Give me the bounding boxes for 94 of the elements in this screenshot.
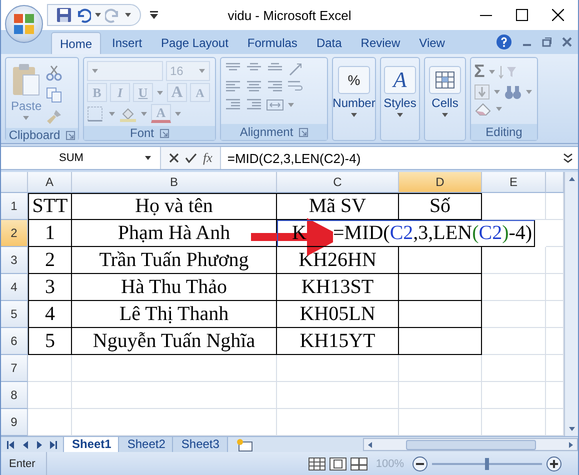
column-header[interactable]: [546, 172, 564, 193]
group-label: Clipboard: [8, 128, 60, 142]
group-label: Font: [130, 126, 154, 140]
dialog-launcher-icon[interactable]: [299, 128, 308, 136]
row-header[interactable]: 7: [1, 355, 28, 382]
previous-sheet-icon[interactable]: [21, 440, 29, 450]
table-cell[interactable]: [399, 328, 482, 355]
save-icon[interactable]: [56, 7, 72, 23]
normal-view-icon[interactable]: [308, 456, 326, 470]
table-cell[interactable]: 3: [28, 274, 72, 301]
row-header[interactable]: 8: [1, 382, 28, 409]
scroll-down-icon[interactable]: [568, 426, 576, 432]
table-cell[interactable]: Họ và tên: [72, 193, 277, 220]
table-cell[interactable]: KH13ST: [277, 274, 399, 301]
page-break-view-icon[interactable]: [350, 456, 368, 470]
expand-icon[interactable]: [562, 152, 574, 164]
insert-function-button[interactable]: fx: [203, 150, 212, 166]
ribbon-tab[interactable]: Data: [308, 32, 350, 54]
table-cell[interactable]: 4: [28, 301, 72, 328]
office-logo-icon: [13, 13, 35, 35]
select-all-corner[interactable]: [1, 172, 28, 193]
dialog-launcher-icon[interactable]: [66, 130, 76, 140]
table-cell[interactable]: 1: [28, 220, 72, 247]
ribbon-tab[interactable]: View: [411, 32, 453, 54]
row-header[interactable]: 6: [1, 328, 28, 355]
vertical-scrollbar[interactable]: [564, 172, 578, 436]
scroll-left-icon[interactable]: [367, 440, 373, 448]
next-sheet-icon[interactable]: [35, 440, 43, 450]
first-sheet-icon[interactable]: [7, 440, 15, 450]
table-cell[interactable]: KH26HN: [277, 247, 399, 274]
row-header[interactable]: 2: [1, 220, 28, 247]
clipboard-icon: [11, 63, 42, 97]
table-cell[interactable]: 5: [28, 328, 72, 355]
table-cell[interactable]: Lê Thị Thanh: [72, 301, 277, 328]
close-icon[interactable]: [552, 9, 564, 21]
window-title: vidu - Microsoft Excel: [226, 8, 352, 22]
dialog-launcher-icon[interactable]: [160, 128, 169, 138]
scroll-up-icon[interactable]: [568, 176, 576, 182]
restore-icon[interactable]: [542, 37, 552, 47]
maximize-icon[interactable]: [516, 9, 528, 21]
zoom-in-icon[interactable]: [546, 456, 562, 472]
ribbon-tab[interactable]: Formulas: [239, 32, 306, 54]
caret-icon[interactable]: [94, 12, 102, 18]
group-label: Editing: [486, 125, 522, 139]
table-cell[interactable]: [399, 247, 482, 274]
table-cell[interactable]: [399, 301, 482, 328]
check-icon[interactable]: [185, 153, 197, 163]
customize-caret-icon[interactable]: [149, 10, 159, 20]
row-header[interactable]: 4: [1, 274, 28, 301]
table-cell[interactable]: Trần Tuấn Phương: [72, 247, 277, 274]
horizontal-scrollbar[interactable]: [363, 438, 578, 451]
table-cell[interactable]: KH15YT: [277, 328, 399, 355]
page-layout-view-icon[interactable]: [328, 456, 347, 470]
sheet-tab[interactable]: Sheet1: [63, 436, 120, 452]
zoom-out-icon[interactable]: [412, 456, 428, 472]
column-header[interactable]: D: [399, 172, 482, 193]
caret-icon: [396, 112, 404, 118]
status-mode: Enter: [1, 452, 47, 475]
ribbon-tab[interactable]: Page Layout: [153, 32, 236, 54]
column-header[interactable]: A: [28, 172, 72, 193]
row-header[interactable]: 3: [1, 247, 28, 274]
last-sheet-icon[interactable]: [49, 440, 57, 450]
row-header[interactable]: 1: [1, 193, 28, 220]
row-header[interactable]: 5: [1, 301, 28, 328]
table-cell[interactable]: Nguyễn Tuấn Nghĩa: [72, 328, 277, 355]
sheet-tab[interactable]: Sheet2: [118, 436, 174, 452]
caret-icon: [350, 112, 358, 118]
column-header[interactable]: C: [277, 172, 399, 193]
cancel-icon[interactable]: [169, 153, 179, 163]
ribbon-tab[interactable]: Review: [352, 32, 408, 54]
cell-edit-text[interactable]: =MID(C2,3,LEN(C2)-4): [333, 220, 536, 247]
table-cell[interactable]: [399, 274, 482, 301]
scroll-right-icon[interactable]: [568, 440, 574, 448]
column-header[interactable]: B: [72, 172, 277, 193]
caret-icon[interactable]: [124, 12, 132, 18]
help-icon[interactable]: [496, 34, 512, 50]
ribbon-tab[interactable]: Home: [51, 32, 102, 54]
table-cell[interactable]: 2: [28, 247, 72, 274]
caret-icon: [441, 112, 449, 118]
column-header[interactable]: E: [482, 172, 546, 193]
zoom-slider-thumb[interactable]: [485, 458, 489, 470]
caret-icon: [22, 115, 30, 121]
table-icon: [435, 71, 455, 89]
table-cell[interactable]: KH05LN: [277, 301, 399, 328]
caret-icon: [144, 155, 152, 161]
group-label: Alignment: [240, 125, 294, 139]
ribbon-tab[interactable]: Insert: [104, 32, 150, 54]
table-cell[interactable]: STT: [28, 193, 72, 220]
formula-field[interactable]: =MID(C2,3,LEN(C2)-4): [221, 150, 558, 166]
insert-sheet-icon[interactable]: [236, 438, 254, 452]
undo-icon[interactable]: [75, 7, 91, 23]
table-cell[interactable]: Hà Thu Thảo: [72, 274, 277, 301]
row-header[interactable]: 9: [1, 409, 28, 436]
sheet-tab[interactable]: Sheet3: [172, 436, 228, 452]
